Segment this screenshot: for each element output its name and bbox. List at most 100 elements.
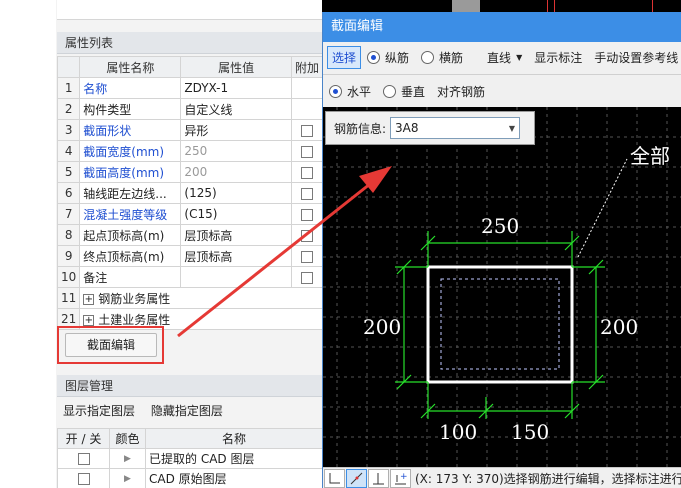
polar-snap-icon[interactable] (346, 468, 367, 488)
line-dropdown[interactable]: 直线 ▼ (487, 49, 522, 66)
expand-plus-icon[interactable]: + (83, 314, 95, 326)
dim-text-right: 200 (600, 315, 638, 339)
rebar-info-value: 3A8 (395, 121, 419, 135)
prop-extra-checkbox[interactable] (300, 166, 313, 179)
vertical-radio[interactable]: 垂直 (383, 83, 425, 100)
hide-layer-link[interactable]: 隐藏指定图层 (151, 404, 223, 418)
prop-name: 截面宽度(mm) (79, 140, 182, 162)
table-row[interactable]: 10 备注 (56, 266, 324, 288)
expand-plus-icon[interactable]: + (83, 293, 95, 305)
top-blank-area (57, 0, 323, 20)
dimension-snap-icon[interactable]: + (390, 468, 411, 488)
dropdown-arrow-icon: ▼ (516, 52, 523, 62)
property-panel-header: 属性列表 (57, 32, 323, 54)
layer-links: 显示指定图层 隐藏指定图层 (57, 400, 323, 422)
leader-line (577, 158, 628, 258)
prop-value[interactable]: 异形 (180, 119, 292, 141)
dialog-toolbar-1: 选择 纵筋 横筋 直线 ▼ 显示标注 手动设置参考线 (323, 43, 681, 71)
prop-name: 混凝土强度等级 (79, 203, 182, 225)
ortho-snap-icon[interactable] (324, 468, 345, 488)
layer-toggle-checkbox[interactable] (77, 453, 90, 465)
prop-extra-checkbox[interactable] (300, 250, 313, 263)
layer-name: CAD 原始图层 (145, 468, 323, 488)
table-row[interactable]: 4 截面宽度(mm) 250 (56, 140, 324, 162)
show-dims-button[interactable]: 显示标注 (534, 49, 582, 66)
prop-extra-checkbox[interactable] (300, 124, 313, 137)
property-table-header: 属性名称 属性值 附加 (56, 56, 324, 78)
prop-value[interactable]: ZDYX-1 (180, 77, 292, 99)
status-bar: + (X: 173 Y: 370)选择钢筋进行编辑，选择标注进行 (323, 467, 681, 488)
prop-value[interactable] (180, 266, 292, 288)
prop-value: 250 (180, 140, 292, 162)
play-icon: ▶ (109, 468, 146, 488)
table-row[interactable]: 9 终点顶标高(m) 层顶标高 (56, 245, 324, 267)
layer-toggle-checkbox[interactable] (77, 473, 90, 485)
prop-value[interactable]: 自定义线 (180, 98, 292, 120)
align-rebar-button[interactable]: 对齐钢筋 (437, 83, 485, 100)
prop-name: 起点顶标高(m) (79, 224, 182, 246)
col-prop-name: 属性名称 (79, 56, 182, 78)
prop-value[interactable]: 层顶标高 (180, 245, 292, 267)
select-button[interactable]: 选择 (327, 45, 362, 69)
svg-text:+: + (400, 472, 408, 482)
prop-name: 构件类型 (79, 98, 182, 120)
prop-name: 终点顶标高(m) (79, 245, 182, 267)
play-icon: ▶ (109, 448, 146, 469)
radio-unchecked-icon (421, 50, 435, 64)
prop-value[interactable]: (125) (180, 182, 292, 204)
prop-extra-checkbox[interactable] (300, 271, 313, 284)
prop-value: 200 (180, 161, 292, 183)
highlight-box (57, 326, 164, 364)
perpendicular-snap-icon[interactable] (368, 468, 389, 488)
table-row[interactable]: 2 构件类型 自定义线 (56, 98, 324, 120)
layer-table-header: 开 / 关 颜色 名称 (57, 428, 323, 449)
dim-text-left: 200 (363, 315, 401, 339)
dim-text-top: 250 (481, 214, 519, 238)
layer-table: 开 / 关 颜色 名称 ▶ 已提取的 CAD 图层 ▶ CAD 原始图层 (57, 428, 323, 488)
table-row[interactable]: 8 起点顶标高(m) 层顶标高 (56, 224, 324, 246)
horizontal-radio[interactable]: 水平 (329, 83, 371, 100)
section-canvas[interactable]: 250 200 200 100 150 全部 钢筋信息: 3A8 ▼ (323, 107, 681, 467)
prop-extra-checkbox[interactable] (300, 208, 313, 221)
prop-extra-checkbox[interactable] (300, 229, 313, 242)
rebar-info-panel: 钢筋信息: 3A8 ▼ (325, 111, 535, 145)
prop-name: 截面高度(mm) (79, 161, 182, 183)
prop-extra-checkbox[interactable] (300, 145, 313, 158)
left-panel: 属性列表 属性名称 属性值 附加 1 名称 ZDYX-1 2 构件类型 自定义线 3 截面… (0, 0, 324, 488)
radio-checked-icon (329, 84, 342, 98)
dialog-title: 截面编辑 (323, 12, 681, 42)
section-drawing: 250 200 200 100 150 全部 (323, 107, 681, 467)
longitudinal-radio[interactable]: 纵筋 (367, 49, 409, 66)
stirrup-outline[interactable] (440, 278, 560, 370)
section-edit-dialog: 截面编辑 选择 纵筋 横筋 直线 ▼ 显示标注 手动设置参考线 水平 垂直 对齐钢… (322, 12, 681, 488)
show-layer-link[interactable]: 显示指定图层 (63, 404, 135, 418)
manual-ref-button[interactable]: 手动设置参考线 (594, 49, 678, 66)
transverse-radio[interactable]: 横筋 (421, 49, 463, 66)
prop-value[interactable]: (C15) (180, 203, 292, 225)
background-cad-strip (322, 0, 681, 12)
chevron-down-icon: ▼ (508, 123, 516, 133)
table-row[interactable]: 6 轴线距左边线... (125) (56, 182, 324, 204)
dim-text-bottom-1: 100 (439, 420, 477, 444)
radio-unchecked-icon (383, 84, 397, 98)
table-row[interactable]: 3 截面形状 异形 (56, 119, 324, 141)
rebar-info-label: 钢筋信息: (334, 121, 387, 136)
dialog-toolbar-2: 水平 垂直 对齐钢筋 (323, 77, 681, 105)
table-row[interactable]: 7 混凝土强度等级 (C15) (56, 203, 324, 225)
prop-extra-checkbox[interactable] (300, 187, 313, 200)
prop-value[interactable]: 层顶标高 (180, 224, 292, 246)
table-row[interactable]: 1 名称 ZDYX-1 (56, 77, 324, 99)
left-strip (0, 0, 56, 488)
property-table: 属性名称 属性值 附加 1 名称 ZDYX-1 2 构件类型 自定义线 3 截面形状 异形 … (56, 56, 324, 330)
dim-text-bottom-2: 150 (511, 420, 549, 444)
table-row[interactable]: 5 截面高度(mm) 200 (56, 161, 324, 183)
table-row[interactable]: ▶ CAD 原始图层 (57, 468, 323, 488)
rebar-info-combobox[interactable]: 3A8 ▼ (390, 117, 521, 139)
group-row-rebar[interactable]: 11 + 钢筋业务属性 (56, 287, 323, 309)
col-prop-value: 属性值 (180, 56, 292, 78)
layer-name: 已提取的 CAD 图层 (145, 448, 323, 469)
prop-name: 名称 (79, 77, 182, 99)
layer-panel-header: 图层管理 (57, 375, 323, 397)
section-outline[interactable] (426, 265, 574, 384)
table-row[interactable]: ▶ 已提取的 CAD 图层 (57, 448, 323, 469)
